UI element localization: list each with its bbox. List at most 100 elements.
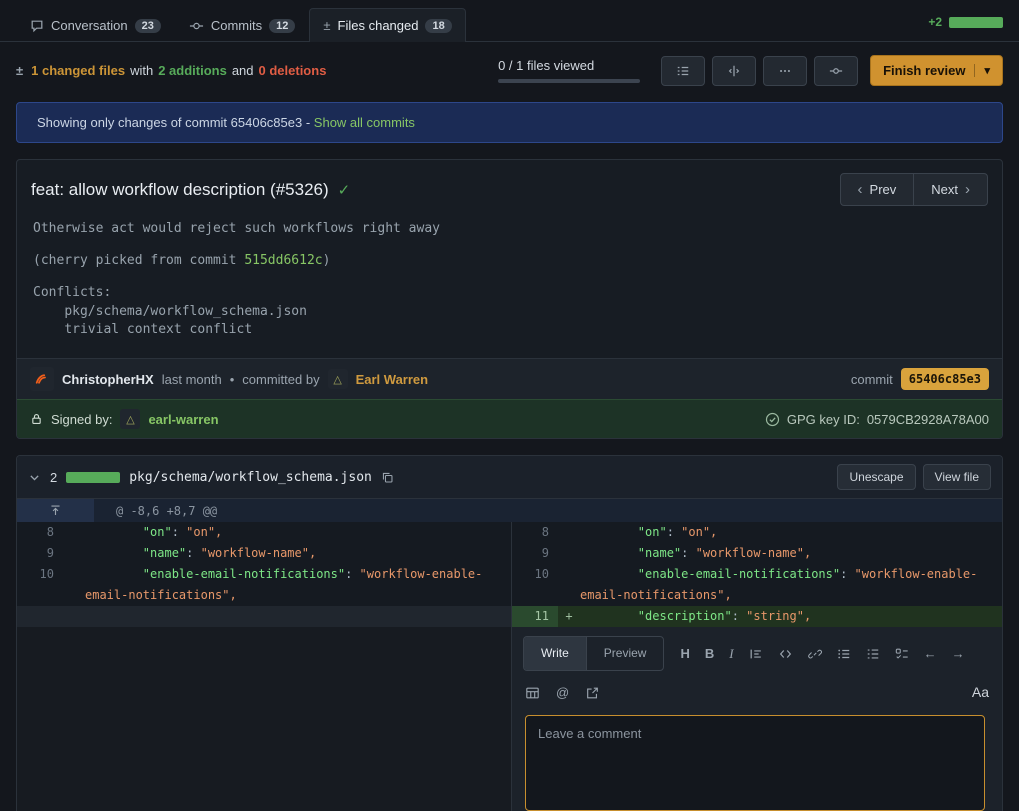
numbered-list-icon[interactable]: [866, 647, 880, 661]
diff-line-old-8[interactable]: 8 "on": "on",: [17, 522, 511, 543]
diffstat-additions-count: +2: [928, 15, 942, 29]
preview-tab[interactable]: Preview: [586, 637, 664, 670]
code-value: "workflow-name",: [696, 546, 812, 560]
next-commit-button[interactable]: Next ›: [913, 173, 988, 206]
diff-line-new-9[interactable]: 9 "name": "workflow-name",: [512, 543, 1002, 564]
gpg-key-group: GPG key ID: 0579CB2928A78A00: [765, 412, 989, 427]
bullet-list-icon[interactable]: [837, 647, 851, 661]
author-name-link[interactable]: ChristopherHX: [62, 372, 154, 387]
line-number[interactable]: 10: [17, 564, 63, 606]
bold-icon[interactable]: B: [705, 643, 714, 664]
diff-file-header: 2 pkg/schema/workflow_schema.json Unesca…: [17, 456, 1002, 499]
italic-icon[interactable]: I: [729, 643, 733, 664]
cherry-pick-line: (cherry picked from commit 515dd6612c): [33, 252, 986, 271]
diff-line-new-8[interactable]: 8 "on": "on",: [512, 522, 1002, 543]
code-sep: :: [840, 567, 854, 581]
text-size-toggle[interactable]: Aa: [972, 682, 989, 703]
comment-textarea[interactable]: [525, 715, 985, 811]
tab-commits[interactable]: Commits 12: [175, 8, 310, 42]
line-number[interactable]: 11: [512, 606, 558, 627]
link-icon[interactable]: [808, 647, 822, 661]
summary-text: and: [232, 63, 254, 78]
diff-controls-row: ± 1 changed files with 2 additions and 0…: [0, 42, 1019, 97]
quote-icon[interactable]: [749, 647, 763, 661]
additions-text: 2 additions: [158, 63, 227, 78]
heading-icon[interactable]: H: [680, 643, 689, 664]
banner-text: Showing only changes of commit 65406c85e…: [37, 115, 310, 130]
committer-name-link[interactable]: Earl Warren: [356, 372, 429, 387]
code-indent: [580, 525, 638, 539]
signer-avatar[interactable]: △: [120, 409, 140, 429]
file-list-button[interactable]: [661, 56, 705, 86]
markdown-toolbar: H B I: [680, 643, 964, 664]
expand-hunk-button[interactable]: [17, 499, 94, 522]
task-list-icon[interactable]: [895, 647, 909, 661]
committer-avatar[interactable]: △: [328, 369, 348, 389]
table-icon[interactable]: [525, 686, 540, 700]
cherry-pick-commit-link[interactable]: 515dd6612c: [244, 253, 322, 268]
diffstat-bar: [949, 17, 1003, 28]
diff-line-new-10[interactable]: 10 "enable-email-notifications": "workfl…: [512, 564, 1002, 606]
committed-by-text: committed by: [242, 372, 319, 387]
commit-time: last month: [162, 372, 222, 387]
split-view-button[interactable]: [712, 56, 756, 86]
write-tab[interactable]: Write: [524, 637, 586, 670]
line-sign: [558, 522, 580, 543]
line-number[interactable]: 10: [512, 564, 558, 606]
tab-conversation[interactable]: Conversation 23: [16, 8, 175, 42]
commit-box: feat: allow workflow description (#5326)…: [16, 159, 1003, 439]
conversation-icon: [30, 19, 44, 33]
outdent-icon[interactable]: ←: [924, 643, 937, 664]
commit-label: commit: [851, 372, 893, 387]
commit-signed-row: Signed by: △ earl-warren GPG key ID: 057…: [17, 399, 1002, 438]
commit-author-row: ChristopherHX last month • committed by …: [17, 358, 1002, 399]
ci-success-icon[interactable]: ✓: [338, 181, 351, 199]
diff-line-new-11-added[interactable]: 11 + "description": "string",: [512, 606, 1002, 627]
diff-new-column: 8 "on": "on", 9 "name": "workflow-name",…: [511, 522, 1002, 811]
diff-line-old-10[interactable]: 10 "enable-email-notifications": "workfl…: [17, 564, 511, 606]
show-all-commits-link[interactable]: Show all commits: [314, 115, 415, 130]
conflicts-block: Conflicts: pkg/schema/workflow_schema.js…: [33, 284, 986, 341]
diff-file-box: 2 pkg/schema/workflow_schema.json Unesca…: [16, 455, 1003, 811]
copy-path-icon[interactable]: [381, 471, 394, 484]
added-sign: +: [558, 606, 580, 627]
code-indent: [85, 525, 143, 539]
line-number[interactable]: 8: [17, 522, 63, 543]
view-file-button[interactable]: View file: [923, 464, 991, 490]
code-key: "enable-email-notifications": [638, 567, 840, 581]
code-sep: :: [345, 567, 359, 581]
code-indent: [580, 567, 638, 581]
line-code: "on": "on",: [85, 522, 511, 543]
code-indent: [580, 546, 638, 560]
cross-reference-icon[interactable]: [585, 686, 600, 700]
author-avatar[interactable]: [30, 367, 54, 391]
mention-icon[interactable]: @: [556, 682, 569, 703]
changes-summary: ± 1 changed files with 2 additions and 0…: [16, 63, 326, 78]
finish-review-button[interactable]: Finish review ▾: [870, 55, 1003, 86]
line-number[interactable]: 9: [512, 543, 558, 564]
line-number[interactable]: 8: [512, 522, 558, 543]
markdown-toolbar-row2: @ Aa: [523, 671, 991, 703]
empty-line-placeholder: [17, 606, 511, 627]
prev-commit-button[interactable]: ‹ Prev: [840, 173, 915, 206]
signer-name-link[interactable]: earl-warren: [148, 412, 218, 427]
commit-filter-banner: Showing only changes of commit 65406c85e…: [16, 102, 1003, 143]
code-sep: :: [681, 546, 695, 560]
cherry-pick-text: ): [323, 253, 331, 268]
line-code: "on": "on",: [580, 522, 1002, 543]
diff-line-old-9[interactable]: 9 "name": "workflow-name",: [17, 543, 511, 564]
hunk-header-row: @ -8,6 +8,7 @@: [17, 499, 1002, 522]
collapse-file-icon[interactable]: [28, 471, 41, 484]
line-number[interactable]: 9: [17, 543, 63, 564]
tab-files-changed[interactable]: ± Files changed 18: [309, 8, 465, 42]
file-name[interactable]: pkg/schema/workflow_schema.json: [129, 470, 372, 485]
commit-sha-badge[interactable]: 65406c85e3: [901, 368, 989, 390]
verified-icon: [765, 412, 780, 427]
code-icon[interactable]: [778, 647, 793, 661]
commit-filter-button[interactable]: [814, 56, 858, 86]
more-options-button[interactable]: [763, 56, 807, 86]
indent-icon[interactable]: →: [952, 643, 965, 664]
changed-files-link[interactable]: 1 changed files: [31, 63, 125, 78]
unescape-button[interactable]: Unescape: [837, 464, 915, 490]
unfold-up-icon: [49, 504, 62, 517]
